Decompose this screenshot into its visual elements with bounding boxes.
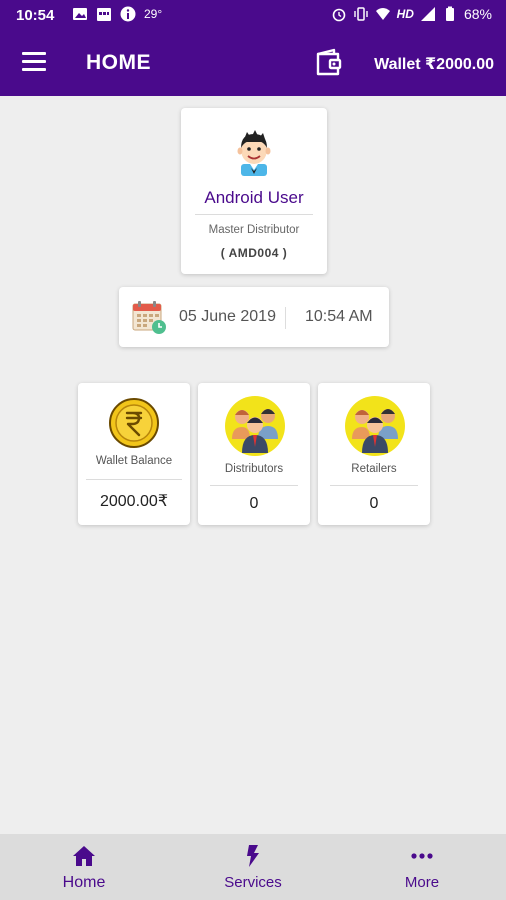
user-role: Master Distributor bbox=[208, 224, 300, 236]
network-type: HD bbox=[396, 7, 414, 21]
user-code: ( AMD004 ) bbox=[220, 246, 288, 260]
current-date: 05 June 2019 bbox=[179, 308, 276, 325]
alarm-icon bbox=[332, 8, 345, 22]
stat-value-retailers: 0 bbox=[369, 495, 379, 512]
toolbar: HOME Wallet ₹2000.00 bbox=[0, 32, 506, 96]
wallet-balance-label[interactable]: Wallet ₹2000.00 bbox=[374, 54, 494, 74]
menu-icon[interactable] bbox=[22, 52, 46, 74]
stat-divider bbox=[330, 485, 418, 486]
distributors-card[interactable]: Distributors 0 bbox=[198, 383, 310, 525]
nav-more[interactable]: More bbox=[338, 834, 506, 900]
user-name: Android User bbox=[204, 188, 304, 207]
stat-label-retailers: Retailers bbox=[351, 463, 397, 475]
distributors-group-icon bbox=[225, 396, 285, 456]
info-icon bbox=[120, 6, 136, 22]
rupee-coin-icon bbox=[109, 398, 159, 448]
stat-label-wallet-balance: Wallet Balance bbox=[95, 455, 173, 467]
battery-icon bbox=[445, 6, 454, 21]
status-time: 10:54 bbox=[16, 7, 55, 24]
system-icons: HD 68% bbox=[331, 6, 492, 22]
profile-card: Android User Master Distributor ( AMD004… bbox=[181, 108, 327, 274]
vibrate-icon bbox=[353, 7, 368, 21]
notification-icons: 29° bbox=[72, 6, 162, 22]
wallet-balance-card[interactable]: Wallet Balance 2000.00₹ bbox=[78, 383, 190, 525]
home-icon bbox=[73, 846, 95, 866]
lightning-icon bbox=[247, 845, 259, 867]
nav-services[interactable]: Services bbox=[169, 834, 337, 900]
temperature: 29° bbox=[144, 7, 163, 21]
user-avatar bbox=[237, 130, 271, 176]
page-title: HOME bbox=[86, 51, 151, 74]
battery-level: 68% bbox=[463, 6, 492, 22]
wifi-icon bbox=[375, 8, 390, 20]
status-bar: 10:54 29° HD 68% bbox=[0, 0, 506, 32]
retailers-card[interactable]: Retailers 0 bbox=[318, 383, 430, 525]
stat-divider bbox=[86, 479, 182, 480]
datetime-divider bbox=[285, 307, 286, 329]
datetime-card: 05 June 2019 10:54 AM bbox=[119, 287, 389, 347]
wallet-icon[interactable] bbox=[312, 46, 346, 80]
calendar-icon bbox=[132, 301, 166, 334]
stat-label-distributors: Distributors bbox=[224, 463, 284, 475]
retailers-group-icon bbox=[345, 396, 405, 456]
image-icon bbox=[73, 8, 87, 20]
more-dots-icon bbox=[411, 853, 433, 859]
stat-value-wallet-balance: 2000.00₹ bbox=[99, 493, 168, 510]
nav-home[interactable]: Home bbox=[0, 834, 168, 900]
profile-divider bbox=[195, 214, 313, 215]
signal-icon bbox=[420, 7, 435, 21]
app-bar: 10:54 29° HD 68% HOME Wallet ₹2000.00 bbox=[0, 0, 506, 96]
stat-value-distributors: 0 bbox=[249, 495, 259, 512]
nav-home-label: Home bbox=[62, 874, 106, 891]
stat-divider bbox=[210, 485, 298, 486]
nav-services-label: Services bbox=[224, 874, 282, 891]
current-time: 10:54 AM bbox=[305, 308, 373, 325]
calendar-notification-icon bbox=[97, 8, 111, 21]
bottom-nav: Home Services More bbox=[0, 834, 506, 900]
nav-more-label: More bbox=[404, 874, 440, 891]
